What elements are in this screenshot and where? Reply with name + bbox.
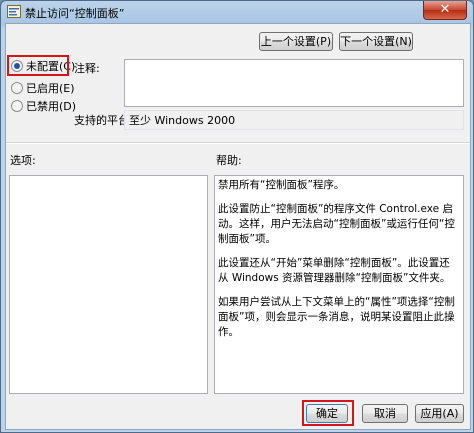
radio-label: 已禁用(D) bbox=[26, 100, 77, 113]
radio-button[interactable] bbox=[11, 100, 23, 112]
help-paragraph: 此设置还从“开始”菜单删除“控制面板”。此设置还从 Windows 资源管理器删… bbox=[218, 257, 451, 284]
help-paragraph: 此设置防止“控制面板”的程序文件 Control.exe 启动。这样，用户无法启… bbox=[218, 203, 455, 245]
policy-settings-icon bbox=[7, 5, 21, 18]
options-panel[interactable] bbox=[9, 175, 208, 394]
help-label: 帮助: bbox=[216, 154, 242, 167]
policy-dialog-window: 禁止访问“控制面板” ✕ 上一个设置(P) 下一个设置(N) 未配置(C) 已启… bbox=[0, 0, 474, 433]
apply-button[interactable]: 应用(A) bbox=[415, 404, 464, 423]
title-bar[interactable]: 禁止访问“控制面板” ✕ bbox=[1, 1, 473, 23]
options-label: 选项: bbox=[10, 154, 36, 167]
help-panel[interactable]: 禁用所有“控制面板”程序。 此设置防止“控制面板”的程序文件 Control.e… bbox=[214, 175, 464, 394]
close-button[interactable]: ✕ bbox=[423, 1, 467, 20]
previous-setting-button[interactable]: 上一个设置(P) bbox=[259, 32, 333, 51]
highlight-box-ok bbox=[302, 400, 354, 426]
platform-field: 至少 Windows 2000 bbox=[124, 110, 464, 130]
comment-textarea[interactable] bbox=[124, 59, 464, 107]
next-setting-button[interactable]: 下一个设置(N) bbox=[339, 32, 413, 51]
radio-label: 已启用(E) bbox=[26, 82, 75, 95]
window-title: 禁止访问“控制面板” bbox=[25, 7, 125, 20]
platform-value: 至少 Windows 2000 bbox=[129, 114, 236, 127]
radio-button[interactable] bbox=[11, 82, 23, 94]
help-paragraph: 如果用户尝试从上下文菜单上的“属性”项选择“控制面板”项，则会显示一条消息，说明… bbox=[218, 296, 455, 338]
dialog-client-area: 上一个设置(P) 下一个设置(N) 未配置(C) 已启用(E) 已禁用(D) 注… bbox=[5, 23, 471, 430]
help-paragraph: 禁用所有“控制面板”程序。 bbox=[218, 179, 345, 191]
comment-label: 注释: bbox=[74, 62, 100, 75]
radio-disabled[interactable]: 已禁用(D) bbox=[11, 98, 76, 114]
section-divider bbox=[6, 142, 470, 144]
close-icon: ✕ bbox=[439, 2, 451, 17]
radio-enabled[interactable]: 已启用(E) bbox=[11, 80, 75, 96]
cancel-button[interactable]: 取消 bbox=[362, 404, 408, 423]
highlight-box-not-configured bbox=[7, 55, 69, 76]
